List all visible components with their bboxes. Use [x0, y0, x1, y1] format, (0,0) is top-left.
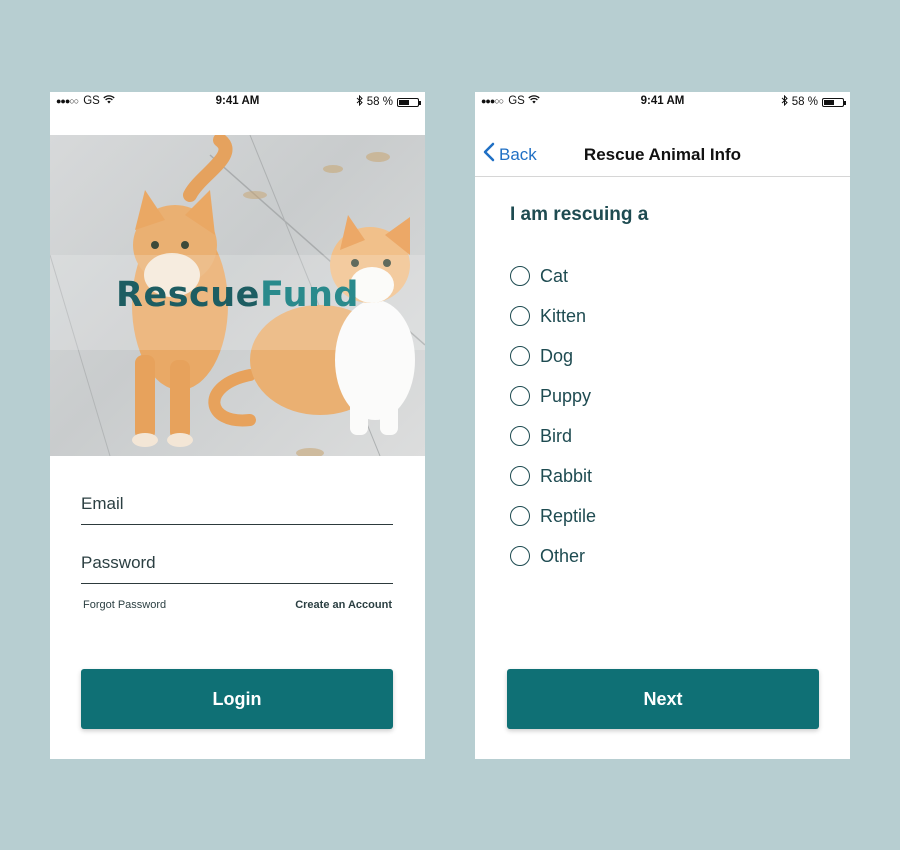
option-label: Kitten: [540, 305, 587, 326]
status-bar: ●●●○○ GS 9:41 AM 58 %: [50, 92, 425, 112]
email-field: [81, 488, 393, 525]
radio-unselected-icon[interactable]: [510, 506, 530, 526]
radio-unselected-icon[interactable]: [510, 426, 530, 446]
option-puppy[interactable]: Puppy: [510, 376, 596, 416]
battery-icon: [397, 97, 421, 107]
logo-part-fund: Fund: [259, 275, 359, 315]
radio-unselected-icon[interactable]: [510, 386, 530, 406]
hero-image: RescueFund: [50, 135, 425, 456]
rescue-info-screen: ●●●○○ GS 9:41 AM 58 % Back Rescue Animal…: [475, 92, 850, 759]
option-label: Cat: [540, 265, 569, 286]
option-rabbit[interactable]: Rabbit: [510, 456, 596, 496]
password-input[interactable]: [81, 553, 393, 573]
battery-level: [399, 99, 409, 105]
forgot-password-link[interactable]: Forgot Password: [83, 599, 166, 611]
nav-bar: Back Rescue Animal Info: [475, 112, 850, 177]
password-field: [81, 547, 393, 584]
option-label: Reptile: [540, 505, 597, 526]
battery-percent: 58 %: [791, 96, 818, 108]
option-cat[interactable]: Cat: [510, 256, 596, 296]
create-account-link[interactable]: Create an Account: [295, 599, 392, 611]
question-heading: I am rescuing a: [510, 204, 649, 225]
battery-level: [824, 99, 834, 105]
radio-unselected-icon[interactable]: [510, 266, 530, 286]
animal-options-list: Cat Kitten Dog Puppy Bird Rabbit Reptile Other: [510, 256, 596, 576]
battery-percent: 58 %: [366, 96, 393, 108]
radio-unselected-icon[interactable]: [510, 306, 530, 326]
option-reptile[interactable]: Reptile: [510, 496, 596, 536]
login-button[interactable]: Login: [81, 669, 393, 729]
radio-unselected-icon[interactable]: [510, 546, 530, 566]
radio-unselected-icon[interactable]: [510, 466, 530, 486]
option-label: Rabbit: [540, 465, 593, 486]
option-other[interactable]: Other: [510, 536, 596, 576]
logo-part-rescue: Rescue: [116, 275, 260, 315]
option-label: Dog: [540, 345, 574, 366]
battery-icon: [822, 97, 846, 107]
page-title: Rescue Animal Info: [583, 145, 742, 164]
option-label: Bird: [540, 425, 573, 446]
bluetooth-icon: [781, 94, 788, 109]
login-screen: ●●●○○ GS 9:41 AM 58 % RescueFund Email F…: [50, 92, 425, 759]
next-button[interactable]: Next: [507, 669, 819, 729]
radio-unselected-icon[interactable]: [510, 346, 530, 366]
option-bird[interactable]: Bird: [510, 416, 596, 456]
bluetooth-icon: [356, 94, 363, 109]
option-dog[interactable]: Dog: [510, 336, 596, 376]
option-label: Puppy: [540, 385, 592, 406]
option-label: Other: [540, 545, 586, 566]
status-bar: ●●●○○ GS 9:41 AM 58 %: [475, 92, 850, 112]
email-input[interactable]: [81, 494, 393, 514]
option-kitten[interactable]: Kitten: [510, 296, 596, 336]
app-logo: RescueFund: [50, 275, 425, 315]
